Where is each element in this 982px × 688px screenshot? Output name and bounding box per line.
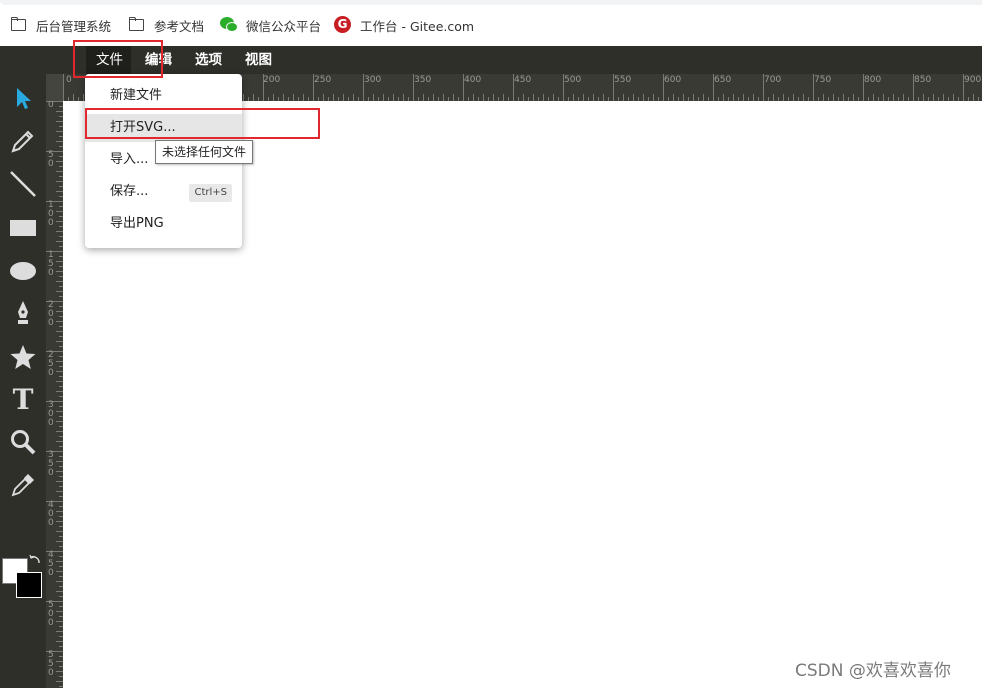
select-arrow-icon xyxy=(17,88,31,109)
tool-text[interactable]: T xyxy=(0,379,46,419)
ruler-label: 300 xyxy=(364,75,382,85)
ruler-label: 0 xyxy=(48,101,54,110)
ruler-label: 4 0 0 xyxy=(48,500,54,528)
ruler-label: 5 5 0 xyxy=(48,650,54,678)
ruler-label: 800 xyxy=(864,75,882,85)
ruler-label: 3 5 0 xyxy=(48,450,54,478)
ruler-label: 0 xyxy=(66,75,72,85)
highlight-file-menu-box xyxy=(73,40,163,78)
bookmark-label: 工作台 - Gitee.com xyxy=(360,18,475,34)
watermark: CSDN @欢喜欢喜你 xyxy=(795,661,951,681)
tool-zoom[interactable] xyxy=(0,422,46,462)
ruler-vertical: 0 5 0 1 0 0 1 5 0 2 0 0 2 5 0 3 0 0 3 5 … xyxy=(46,101,63,688)
gitee-icon: G xyxy=(334,16,352,34)
shortcut-badge: Ctrl+S xyxy=(189,184,232,202)
ruler-label: 1 0 0 xyxy=(48,200,54,228)
ruler-label: 5 0 xyxy=(48,150,54,169)
wechat-icon xyxy=(220,16,238,34)
tool-rectangle[interactable] xyxy=(0,208,46,248)
rectangle-icon xyxy=(10,220,36,236)
ruler-label: 550 xyxy=(614,75,632,85)
bookmark-label: 微信公众平台 xyxy=(246,18,322,34)
ruler-label: 4 5 0 xyxy=(48,550,54,578)
tool-line[interactable] xyxy=(0,164,46,204)
pencil-icon xyxy=(11,130,34,153)
ruler-label: 5 0 0 xyxy=(48,600,54,628)
bookmark-cankao[interactable]: 参考文档 xyxy=(128,16,204,34)
ruler-label: 500 xyxy=(564,75,582,85)
menu-item-label: 新建文件 xyxy=(110,88,163,103)
ruler-corner xyxy=(46,74,63,101)
pen-icon xyxy=(18,301,28,324)
ruler-label: 450 xyxy=(514,75,532,85)
zoom-icon xyxy=(11,430,36,455)
tool-star[interactable] xyxy=(0,337,46,377)
bookmark-houtai[interactable]: 后台管理系统 xyxy=(10,16,111,34)
ruler-label: 900 xyxy=(964,75,982,85)
ruler-label: 600 xyxy=(664,75,682,85)
ruler-label: 3 0 0 xyxy=(48,400,54,428)
menu-options[interactable]: 选项 xyxy=(195,46,222,74)
star-icon xyxy=(10,345,36,369)
bookmark-label: 参考文档 xyxy=(154,18,205,34)
ellipse-icon xyxy=(10,262,36,280)
highlight-open-svg-box xyxy=(85,108,320,139)
menu-item-label: 导入... xyxy=(110,152,149,167)
ruler-label: 750 xyxy=(814,75,832,85)
ruler-label: 650 xyxy=(714,75,732,85)
ruler-label: 2 5 0 xyxy=(48,350,54,378)
bookmark-wechat[interactable]: 微信公众平台 xyxy=(220,16,321,34)
ruler-label: 400 xyxy=(464,75,482,85)
line-icon xyxy=(10,171,36,197)
ruler-label: 2 0 0 xyxy=(48,300,54,328)
stroke-color-swatch[interactable] xyxy=(16,572,42,598)
ruler-label: 700 xyxy=(764,75,782,85)
ruler-label: 350 xyxy=(414,75,432,85)
menu-item-label: 导出PNG xyxy=(110,216,164,231)
menu-item-label: 保存... xyxy=(110,184,149,199)
tool-pen[interactable] xyxy=(0,293,46,333)
tool-pencil[interactable] xyxy=(0,121,46,161)
tooltip: 未选择任何文件 xyxy=(155,140,254,164)
ruler-label: 250 xyxy=(314,75,332,85)
eyedropper-icon xyxy=(11,474,34,497)
menu-item-new-file[interactable]: 新建文件 xyxy=(85,82,242,110)
ruler-label: 1 5 0 xyxy=(48,250,54,278)
bookmark-gitee[interactable]: G 工作台 - Gitee.com xyxy=(334,16,474,34)
ruler-label: 850 xyxy=(914,75,932,85)
ruler-label: 200 xyxy=(263,75,281,85)
menu-item-save[interactable]: 保存... Ctrl+S xyxy=(85,178,242,206)
folder-icon xyxy=(128,16,146,34)
tool-eyedropper[interactable] xyxy=(0,465,46,505)
bookmark-label: 后台管理系统 xyxy=(36,18,112,34)
text-icon: T xyxy=(12,382,34,416)
browser-top-edge xyxy=(0,0,982,5)
swap-colors-icon[interactable] xyxy=(28,554,42,568)
menu-item-export-png[interactable]: 导出PNG xyxy=(85,210,242,238)
folder-icon xyxy=(10,16,28,34)
tool-select[interactable] xyxy=(0,78,46,118)
tool-ellipse[interactable] xyxy=(0,251,46,291)
menu-view[interactable]: 视图 xyxy=(245,46,272,74)
